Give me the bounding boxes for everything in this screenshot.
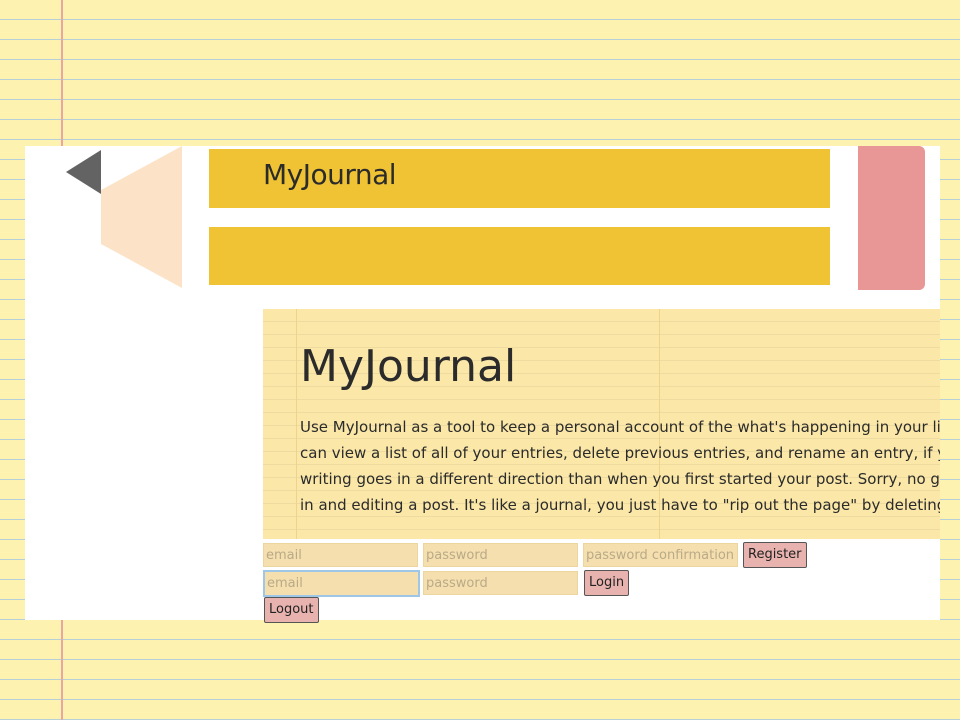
intro-section: MyJournal Use MyJournal as a tool to kee…: [263, 309, 940, 539]
pencil-band-bottom: [209, 227, 830, 285]
login-button[interactable]: Login: [584, 570, 630, 596]
register-password-input[interactable]: [423, 543, 578, 567]
pencil-eraser-graphic: [858, 146, 925, 290]
brand-logo-text[interactable]: MyJournal: [263, 158, 397, 191]
pencil-tip-icon: [66, 150, 101, 194]
logout-button[interactable]: Logout: [264, 597, 319, 623]
page-title: MyJournal: [300, 341, 517, 392]
login-email-input[interactable]: [263, 570, 420, 597]
intro-description: Use MyJournal as a tool to keep a person…: [300, 418, 940, 514]
register-password-confirmation-input[interactable]: [583, 543, 738, 567]
register-email-input[interactable]: [263, 543, 418, 567]
login-password-input[interactable]: [423, 571, 578, 595]
register-button[interactable]: Register: [743, 542, 807, 568]
